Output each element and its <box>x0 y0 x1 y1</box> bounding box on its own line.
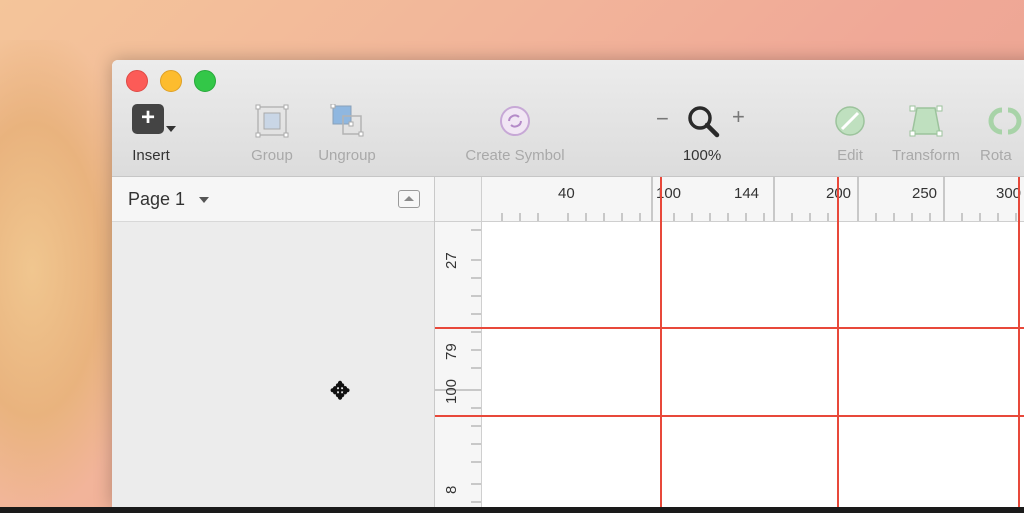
group-icon <box>255 104 289 138</box>
resize-vertical-cursor-icon: ✥ <box>330 378 351 405</box>
ruler-label: 100 <box>443 378 460 404</box>
ungroup-label: Ungroup <box>318 147 376 164</box>
transform-icon <box>909 105 943 137</box>
canvas-area[interactable]: 40 100 144 200 250 300 27 7 <box>435 177 1024 507</box>
page-selector[interactable]: Page 1 <box>112 177 434 222</box>
ruler-label: 250 <box>912 185 938 202</box>
insert-label: Insert <box>132 147 170 164</box>
maximize-window-button[interactable] <box>194 70 216 92</box>
minimize-window-button[interactable] <box>160 70 182 92</box>
create-symbol-label: Create Symbol <box>465 147 565 164</box>
plus-square-icon: + <box>132 104 164 134</box>
ruler-label: 79 <box>443 343 460 360</box>
magnifier-icon[interactable] <box>686 104 720 138</box>
rotate-icon <box>988 107 1022 135</box>
group-label: Group <box>251 147 293 164</box>
zoom-out-button[interactable]: − <box>656 106 669 132</box>
ungroup-icon <box>330 104 364 137</box>
horizontal-ruler[interactable]: 40 100 144 200 250 300 <box>482 177 1024 222</box>
guide-line-vertical[interactable] <box>660 177 662 507</box>
zoom-level: 100% <box>682 147 722 164</box>
ruler-corner <box>435 177 482 222</box>
edit-label: Edit <box>837 147 863 164</box>
guide-line-vertical[interactable] <box>837 177 839 507</box>
vertical-ruler[interactable]: 27 79 100 8 <box>435 222 482 507</box>
symbol-icon <box>500 106 530 136</box>
ruler-label: 144 <box>734 185 760 202</box>
ruler-label: 40 <box>558 185 575 202</box>
transform-label: Transform <box>892 147 960 164</box>
close-window-button[interactable] <box>126 70 148 92</box>
chevron-down-icon <box>199 197 209 203</box>
zoom-in-button[interactable]: + <box>732 104 745 130</box>
guide-line-horizontal[interactable] <box>435 415 1024 417</box>
collapse-pages-button[interactable] <box>398 190 420 208</box>
toolbar: + Insert Group Ungroup Create Symbol − +… <box>112 60 1024 177</box>
layers-sidebar: Page 1 <box>112 177 435 507</box>
edit-icon <box>835 106 865 136</box>
rotate-label: Rota <box>980 147 1012 164</box>
guide-line-horizontal[interactable] <box>435 327 1024 329</box>
app-window: + Insert Group Ungroup Create Symbol − +… <box>112 60 1024 507</box>
chevron-down-icon <box>166 126 176 132</box>
page-label: Page 1 <box>128 189 186 209</box>
screen-bottom-edge <box>0 507 1024 513</box>
ruler-label: 8 <box>443 485 460 494</box>
ruler-label: 27 <box>443 252 460 269</box>
guide-line-vertical[interactable] <box>1018 177 1020 507</box>
